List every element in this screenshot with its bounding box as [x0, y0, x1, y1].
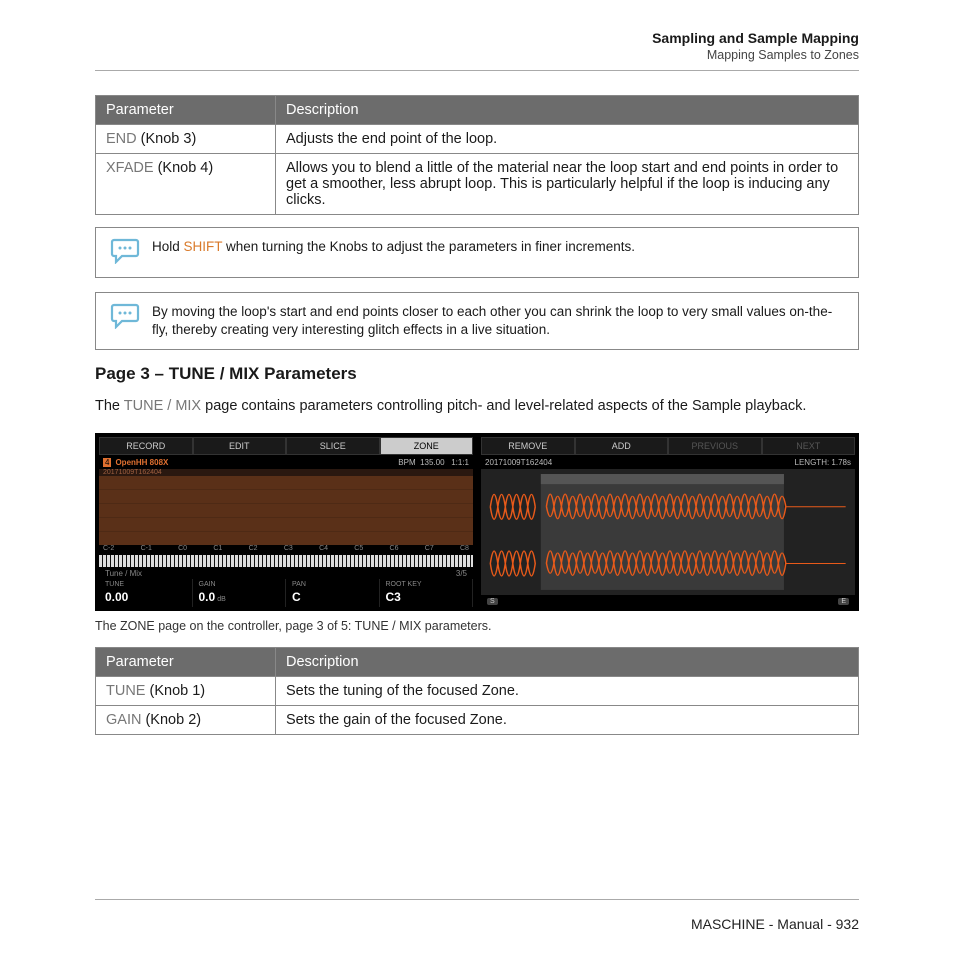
parameter-table-tunemix: Parameter Description TUNE (Knob 1) Sets…: [95, 647, 859, 735]
filename-label: 20171009T162404: [485, 458, 552, 467]
header-subtitle: Mapping Samples to Zones: [50, 48, 859, 62]
tab-record[interactable]: RECORD: [99, 437, 193, 455]
knob-rootkey[interactable]: ROOT KEYC3: [380, 579, 474, 607]
header-rule: [95, 70, 859, 71]
param-knob: (Knob 2): [141, 712, 201, 728]
mode-label: Tune / Mix: [105, 569, 142, 578]
header-title: Sampling and Sample Mapping: [50, 30, 859, 46]
tab-edit[interactable]: EDIT: [193, 437, 287, 455]
page-indicator: 3/5: [456, 569, 467, 578]
start-marker[interactable]: S: [487, 598, 498, 605]
position: 1:1:1: [451, 458, 469, 467]
tab-remove[interactable]: REMOVE: [481, 437, 575, 455]
tune-mix-term: TUNE / MIX: [124, 398, 201, 414]
param-name: GAIN: [106, 712, 141, 728]
param-name: XFADE: [106, 160, 154, 176]
param-desc: Sets the gain of the focused Zone.: [276, 706, 859, 735]
zone-map-area[interactable]: [99, 476, 473, 545]
page-header: Sampling and Sample Mapping Mapping Samp…: [50, 30, 904, 62]
tip-text: By moving the loop's start and end point…: [152, 303, 844, 339]
timecode-label: 20171009T162404: [99, 469, 473, 476]
param-desc: Sets the tuning of the focused Zone.: [276, 677, 859, 706]
tab-next: NEXT: [762, 437, 856, 455]
th-description: Description: [276, 96, 859, 125]
tip-text-post: when turning the Knobs to adjust the par…: [222, 239, 635, 254]
param-name: END: [106, 131, 137, 147]
tab-zone[interactable]: ZONE: [380, 437, 474, 455]
knob-tune[interactable]: TUNE0.00: [99, 579, 193, 607]
table-row: TUNE (Knob 1) Sets the tuning of the foc…: [96, 677, 859, 706]
th-parameter: Parameter: [96, 96, 276, 125]
shift-key-label: SHIFT: [184, 239, 223, 254]
tab-add[interactable]: ADD: [575, 437, 669, 455]
knob-gain[interactable]: GAIN0.0dB: [193, 579, 287, 607]
figure-caption: The ZONE page on the controller, page 3 …: [95, 619, 859, 633]
speech-bubble-icon: [110, 238, 140, 267]
length-label: LENGTH:: [795, 458, 830, 467]
tip-box-glitch: By moving the loop's start and end point…: [95, 292, 859, 350]
table-row: END (Knob 3) Adjusts the end point of th…: [96, 125, 859, 154]
param-desc: Allows you to blend a little of the mate…: [276, 154, 859, 215]
controller-left-panel: RECORD EDIT SLICE ZONE 4OpenHH 808X BPM …: [99, 437, 473, 607]
bpm-value: 135.00: [420, 458, 444, 467]
footer-rule: [95, 899, 859, 900]
page-footer: MASCHINE - Manual - 932: [691, 916, 859, 932]
length-value: 1.78s: [831, 458, 851, 467]
tab-slice[interactable]: SLICE: [286, 437, 380, 455]
param-name: TUNE: [106, 683, 145, 699]
keyboard-strip[interactable]: [99, 555, 473, 567]
end-marker[interactable]: E: [838, 598, 849, 605]
controller-screenshot: RECORD EDIT SLICE ZONE 4OpenHH 808X BPM …: [95, 433, 859, 611]
section-heading: Page 3 – TUNE / MIX Parameters: [95, 364, 859, 384]
param-knob: (Knob 3): [137, 131, 197, 147]
tip-text-pre: Hold: [152, 239, 184, 254]
tip-box-shift: Hold SHIFT when turning the Knobs to adj…: [95, 227, 859, 278]
waveform-area[interactable]: [481, 469, 855, 595]
table-row: XFADE (Knob 4) Allows you to blend a lit…: [96, 154, 859, 215]
param-knob: (Knob 1): [145, 683, 205, 699]
th-parameter: Parameter: [96, 648, 276, 677]
th-description: Description: [276, 648, 859, 677]
parameter-table-loop: Parameter Description END (Knob 3) Adjus…: [95, 95, 859, 215]
section-intro: The TUNE / MIX page contains parameters …: [95, 396, 859, 417]
tab-previous: PREVIOUS: [668, 437, 762, 455]
table-row: GAIN (Knob 2) Sets the gain of the focus…: [96, 706, 859, 735]
param-knob: (Knob 4): [154, 160, 214, 176]
speech-bubble-icon: [110, 303, 140, 332]
octave-labels: C-2C-1C0C1C2C3C4C5C6C7C8: [99, 545, 473, 555]
controller-right-panel: REMOVE ADD PREVIOUS NEXT 20171009T162404…: [481, 437, 855, 607]
param-desc: Adjusts the end point of the loop.: [276, 125, 859, 154]
sample-index-badge: 4: [103, 458, 111, 467]
sample-name: OpenHH 808X: [115, 458, 168, 467]
bpm-label: BPM: [398, 458, 415, 467]
knob-pan[interactable]: PANC: [286, 579, 380, 607]
